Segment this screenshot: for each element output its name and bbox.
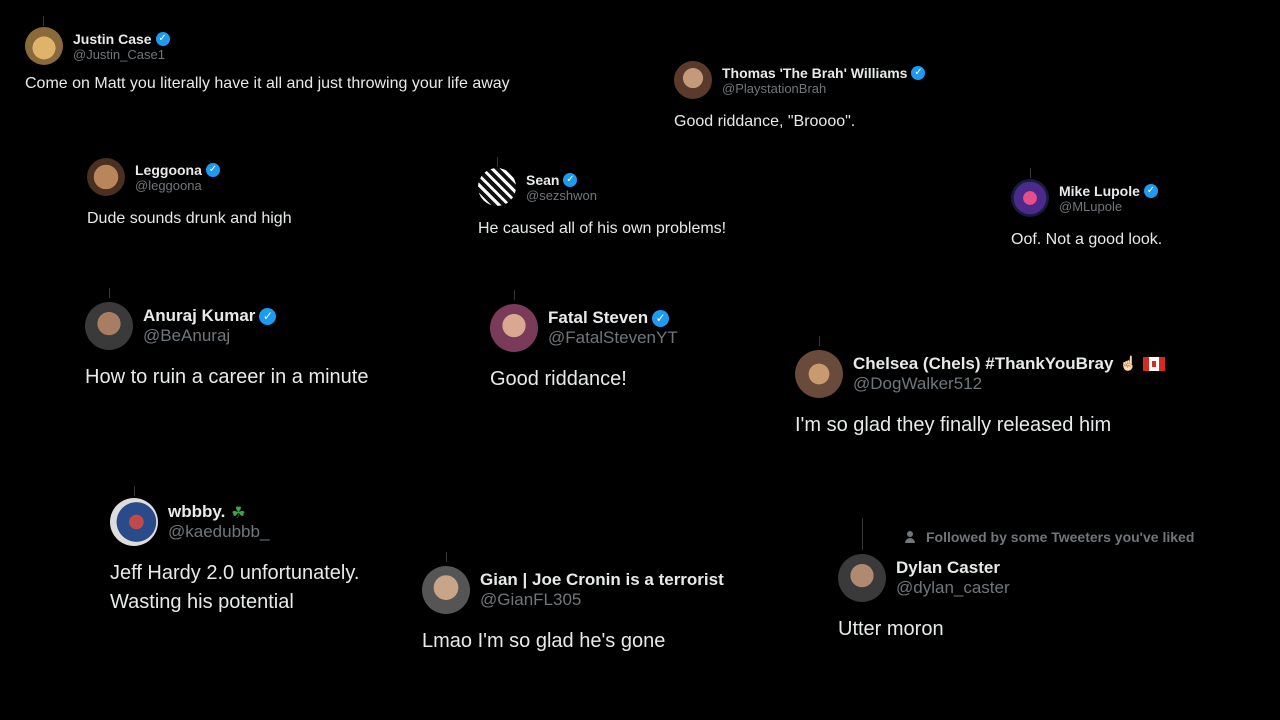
tweet-card[interactable]: wbbby. ☘ @kaedubbb_ Jeff Hardy 2.0 unfor… (110, 498, 359, 614)
person-icon (904, 531, 916, 543)
followed-by-text: Followed by some Tweeters you've liked (926, 529, 1195, 545)
verified-badge-icon: ✓ (205, 162, 220, 177)
display-name[interactable]: Fatal Steven (548, 308, 648, 328)
display-name[interactable]: Sean (526, 172, 559, 188)
tweet-card[interactable]: Chelsea (Chels) #ThankYouBray ☝🏻 @DogWal… (795, 350, 1165, 437)
tweet-card[interactable]: Dylan Caster @dylan_caster Utter moron (838, 554, 1010, 641)
tweet-text-line1: Jeff Hardy 2.0 unfortunately. (110, 562, 360, 584)
thread-line (1030, 168, 1031, 178)
display-name[interactable]: wbbby. (168, 502, 225, 522)
display-name[interactable]: Leggoona (135, 162, 202, 178)
tweet-text: Good riddance! (490, 368, 627, 390)
handle[interactable]: @BeAnuraj (143, 326, 276, 346)
avatar[interactable] (25, 27, 63, 65)
verified-badge-icon: ✓ (1143, 183, 1158, 198)
verified-badge-icon: ✓ (155, 31, 170, 46)
tweet-text: Dude sounds drunk and high (87, 210, 292, 227)
tweet-card[interactable]: Fatal Steven ✓ @FatalStevenYT Good ridda… (490, 304, 678, 391)
tweet-text: Come on Matt you literally have it all a… (25, 75, 510, 92)
avatar[interactable] (674, 61, 712, 99)
canada-flag-icon (1142, 357, 1165, 371)
tweet-text: Good riddance, "Broooo". (674, 113, 856, 130)
verified-badge-icon: ✓ (911, 65, 926, 80)
avatar[interactable] (85, 302, 133, 350)
tweet-card[interactable]: Leggoona ✓ @leggoona Dude sounds drunk a… (87, 158, 292, 228)
pointing-up-emoji: ☝🏻 (1119, 356, 1137, 372)
tweet-text: Oof. Not a good look. (1011, 231, 1163, 248)
thread-line (514, 290, 515, 300)
avatar[interactable] (87, 158, 125, 196)
avatar[interactable] (795, 350, 843, 398)
display-name[interactable]: Chelsea (Chels) #ThankYouBray (853, 354, 1113, 374)
handle[interactable]: @FatalStevenYT (548, 328, 678, 348)
handle[interactable]: @GianFL305 (480, 590, 724, 610)
display-name[interactable]: Justin Case (73, 31, 152, 47)
handle[interactable]: @sezshwon (526, 188, 597, 203)
thread-line (819, 336, 820, 346)
followed-by-notice: Followed by some Tweeters you've liked (904, 529, 1194, 545)
display-name[interactable]: Gian | Joe Cronin is a terrorist (480, 570, 724, 590)
avatar[interactable] (490, 304, 538, 352)
handle[interactable]: @DogWalker512 (853, 374, 1165, 394)
thread-line (446, 552, 447, 562)
thread-line (497, 157, 498, 167)
tweet-text: Lmao I'm so glad he's gone (422, 630, 666, 652)
avatar[interactable] (110, 498, 158, 546)
avatar[interactable] (422, 566, 470, 614)
handle[interactable]: @dylan_caster (896, 578, 1010, 598)
display-name[interactable]: Mike Lupole (1059, 183, 1140, 199)
thread-line (43, 16, 44, 26)
handle[interactable]: @leggoona (135, 178, 220, 193)
tweet-card[interactable]: Justin Case ✓ @Justin_Case1 Come on Matt… (25, 27, 510, 93)
handle[interactable]: @kaedubbb_ (168, 522, 269, 542)
shamrock-emoji: ☘ (231, 502, 246, 522)
tweet-card[interactable]: Sean ✓ @sezshwon He caused all of his ow… (478, 168, 726, 238)
thread-line (134, 486, 135, 496)
avatar[interactable] (1011, 179, 1049, 217)
display-name[interactable]: Anuraj Kumar (143, 306, 255, 326)
tweet-card[interactable]: Anuraj Kumar ✓ @BeAnuraj How to ruin a c… (85, 302, 368, 389)
tweet-card[interactable]: Thomas 'The Brah' Williams ✓ @Playstatio… (674, 61, 926, 131)
display-name[interactable]: Thomas 'The Brah' Williams (722, 65, 907, 81)
thread-line (862, 518, 863, 550)
tweet-text: Utter moron (838, 618, 944, 640)
verified-badge-icon: ✓ (563, 172, 578, 187)
tweet-text-line2: Wasting his potential (110, 591, 294, 613)
tweet-text: He caused all of his own problems! (478, 220, 727, 237)
avatar[interactable] (838, 554, 886, 602)
handle[interactable]: @PlaystationBrah (722, 81, 925, 96)
thread-line (109, 288, 110, 298)
avatar[interactable] (478, 168, 516, 206)
verified-badge-icon: ✓ (652, 309, 670, 327)
tweet-card[interactable]: Mike Lupole ✓ @MLupole Oof. Not a good l… (1011, 179, 1162, 249)
tweet-card[interactable]: Gian | Joe Cronin is a terrorist @GianFL… (422, 566, 724, 653)
verified-badge-icon: ✓ (259, 307, 277, 325)
handle[interactable]: @Justin_Case1 (73, 47, 170, 62)
tweet-text: I'm so glad they finally released him (795, 414, 1112, 436)
tweet-text: How to ruin a career in a minute (85, 366, 369, 388)
handle[interactable]: @MLupole (1059, 199, 1158, 214)
display-name[interactable]: Dylan Caster (896, 558, 1000, 578)
